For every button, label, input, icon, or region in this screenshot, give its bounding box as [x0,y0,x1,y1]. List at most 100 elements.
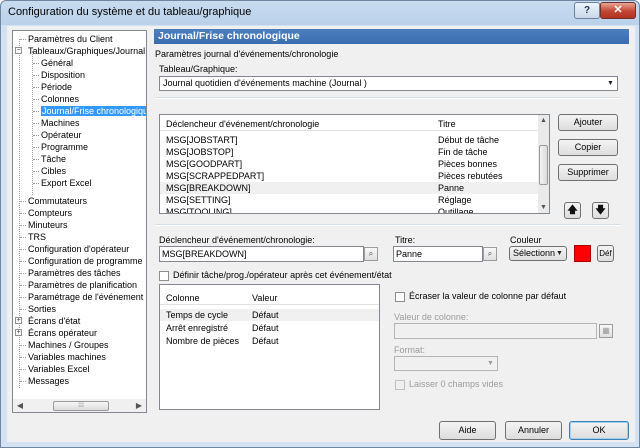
settings-tree[interactable]: Paramètres du Client − Tableaux/Graphiqu… [12,30,147,413]
format-select[interactable]: ▼ [394,356,498,371]
tree-item-tableaux[interactable]: Tableaux/Graphiques/Journal [28,45,145,57]
tree-item-general[interactable]: Général [41,57,73,69]
add-button[interactable]: Ajouter [558,114,618,131]
tree-item-tache[interactable]: Tâche [41,153,66,165]
table-row[interactable]: MSG[JOBSTART] Début de tâche [160,134,540,146]
tree-item-parametres-client[interactable]: Paramètres du Client [28,33,113,45]
scroll-down-icon[interactable]: ▼ [538,202,549,213]
column-header-colonne[interactable]: Colonne [166,291,200,305]
tree-line [20,285,26,286]
tree-line [33,183,39,184]
tree-item-config-programme[interactable]: Configuration de programme [28,255,143,267]
table-row[interactable]: MSG[TOOLING] Outillage [160,206,540,213]
column-value-input[interactable] [394,323,597,339]
copy-button[interactable]: Copier [558,139,618,156]
collapse-icon[interactable]: − [15,47,22,54]
title-input[interactable]: Panne [393,246,483,262]
table-graph-value: Journal quotidien d'événements machine (… [163,78,367,88]
tree-item-programme[interactable]: Programme [41,141,88,153]
move-up-button[interactable]: 🡅 [564,202,581,219]
tree-item-compteurs[interactable]: Compteurs [28,207,72,219]
expand-icon[interactable]: + [15,329,22,336]
table-row[interactable]: MSG[SETTING] Réglage [160,194,540,206]
tree-item-sorties[interactable]: Sorties [28,303,56,315]
title-browse-button[interactable]: ⌕ [483,247,497,261]
tree-line [33,147,39,148]
cancel-button[interactable]: Annuler [505,421,562,440]
scroll-thumb[interactable] [539,145,548,185]
row-trigger: MSG[GOODPART] [166,159,243,169]
row-title: Pièces bonnes [438,159,498,169]
tree-item-commutateurs[interactable]: Commutateurs [28,195,87,207]
close-button[interactable]: ✕ [600,2,636,19]
tree-item-journal[interactable]: Journal/Frise chronologique [41,105,146,117]
value-label: Valeur de colonne: [394,312,469,322]
tree-item-machines[interactable]: Machines [41,117,80,129]
scroll-up-icon[interactable]: ▲ [538,115,549,126]
row-column: Arrêt enregistré [166,323,229,333]
expand-icon[interactable]: + [15,317,22,324]
row-title: Fin de tâche [438,147,488,157]
blank-zero-checkbox[interactable] [395,380,405,390]
tree-item-cibles[interactable]: Cibles [41,165,66,177]
title-bar[interactable]: Configuration du système et du tableau/g… [1,1,639,25]
tree-item-minuteurs[interactable]: Minuteurs [28,219,68,231]
tree-item-machines-groupes[interactable]: Machines / Groupes [28,339,109,351]
table-row[interactable]: MSG[SCRAPPEDPART] Pièces rebutées [160,170,540,182]
tree-item-config-operateur[interactable]: Configuration d'opérateur [28,243,129,255]
list-item[interactable]: Temps de cycle Défaut [160,309,379,321]
define-checkbox[interactable] [159,271,169,281]
value-picker-button[interactable]: ▦ [599,324,613,338]
table-row-selected[interactable]: MSG[BREAKDOWN] Panne [160,182,540,194]
tree-item-variables-excel[interactable]: Variables Excel [28,363,89,375]
scroll-thumb[interactable]: ⁞⁞⁞ [53,401,109,411]
tree-item-operateur[interactable]: Opérateur [41,129,82,141]
list-item[interactable]: Nombre de pièces Défaut [160,335,379,347]
scroll-right-icon[interactable]: ▶ [133,400,145,412]
tree-item-messages[interactable]: Messages [28,375,69,387]
row-value: Défaut [252,323,279,333]
row-trigger: MSG[SETTING] [166,195,231,205]
define-checkbox-label[interactable]: Définir tâche/prog./opérateur après cet … [173,270,392,280]
column-header-trigger[interactable]: Déclencheur d'événement/chronologie [166,117,319,131]
tree-item-parametrage-evenement[interactable]: Paramétrage de l'événement [28,291,143,303]
events-vertical-scrollbar[interactable]: ▲ ▼ [538,115,549,213]
tree-item-ecrans-operateur[interactable]: Écrans opérateur [28,327,97,339]
scroll-left-icon[interactable]: ◀ [14,400,26,412]
tree-item-trs[interactable]: TRS [28,231,46,243]
tree-item-export-excel[interactable]: Export Excel [41,177,92,189]
column-header-valeur[interactable]: Valeur [252,291,277,305]
default-color-button[interactable]: Déf [597,245,614,262]
tree-item-parametres-planification[interactable]: Paramètres de planification [28,279,137,291]
override-checkbox[interactable] [395,292,405,302]
row-title: Début de tâche [438,135,500,145]
tree-item-colonnes[interactable]: Colonnes [41,93,79,105]
tree-item-ecrans-etat[interactable]: Écrans d'état [28,315,80,327]
help-title-button[interactable]: ? [574,2,600,19]
columns-list[interactable]: Colonne Valeur Temps de cycle Défaut Arr… [159,284,380,410]
tree-item-periode[interactable]: Période [41,81,72,93]
tree-horizontal-scrollbar[interactable]: ◀ ⁞⁞⁞ ▶ [12,399,147,413]
list-item[interactable]: Arrêt enregistré Défaut [160,322,379,334]
table-row[interactable]: MSG[JOBSTOP] Fin de tâche [160,146,540,158]
trigger-input[interactable]: MSG[BREAKDOWN] [159,246,364,262]
column-header-title[interactable]: Titre [438,117,456,131]
ok-button[interactable]: OK [569,421,629,440]
table-graph-select[interactable]: Journal quotidien d'événements machine (… [159,76,618,91]
color-swatch[interactable] [574,245,591,262]
format-label: Format: [394,345,426,355]
table-row[interactable]: MSG[GOODPART] Pièces bonnes [160,158,540,170]
delete-button[interactable]: Supprimer [558,164,618,181]
trigger-browse-button[interactable]: ⌕ [364,247,378,261]
override-checkbox-label[interactable]: Écraser la valeur de colonne par défaut [409,291,566,301]
tree-item-parametres-taches[interactable]: Paramètres des tâches [28,267,121,279]
move-down-button[interactable]: 🡇 [592,202,609,219]
color-select[interactable]: Sélectionn ▼ [509,246,567,261]
magnifier-icon: ⌕ [368,249,374,258]
tree-item-variables-machines[interactable]: Variables machines [28,351,106,363]
events-list[interactable]: Déclencheur d'événement/chronologie Titr… [159,114,550,214]
tree-item-disposition[interactable]: Disposition [41,69,85,81]
blank-zero-label[interactable]: Laisser 0 champs vides [409,379,503,389]
tree-line [20,39,26,40]
help-button[interactable]: Aide [439,421,496,440]
